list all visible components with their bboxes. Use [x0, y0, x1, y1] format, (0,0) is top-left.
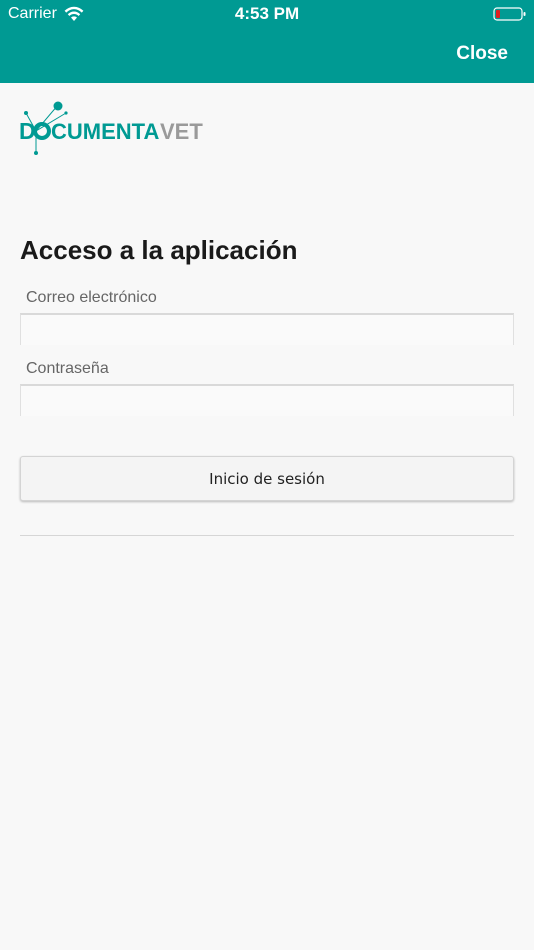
email-label: Correo electrónico: [26, 289, 157, 306]
page-title: Acceso a la aplicación: [20, 235, 298, 265]
divider: [20, 535, 514, 536]
logo-text-vet: VET: [160, 119, 203, 144]
login-button[interactable]: Inicio de sesión: [20, 456, 514, 501]
documentavet-logo: D CUMENTA VET: [19, 101, 203, 155]
logo-text-cumenta: CUMENTA: [51, 119, 159, 144]
close-button[interactable]: Close: [456, 43, 508, 65]
email-field[interactable]: [20, 313, 514, 345]
password-label: Contraseña: [26, 360, 109, 377]
status-time: 4:53 PM: [234, 4, 300, 23]
password-field[interactable]: [20, 384, 514, 416]
login-screen: D CUMENTA VET Acceso a la aplicación Cor…: [0, 83, 534, 950]
app-header: Carrier 4:53 PM Close: [0, 0, 534, 83]
battery-icon: [493, 7, 526, 21]
status-bar: Carrier 4:53 PM: [0, 0, 534, 28]
logo-text-d: D: [19, 118, 36, 144]
